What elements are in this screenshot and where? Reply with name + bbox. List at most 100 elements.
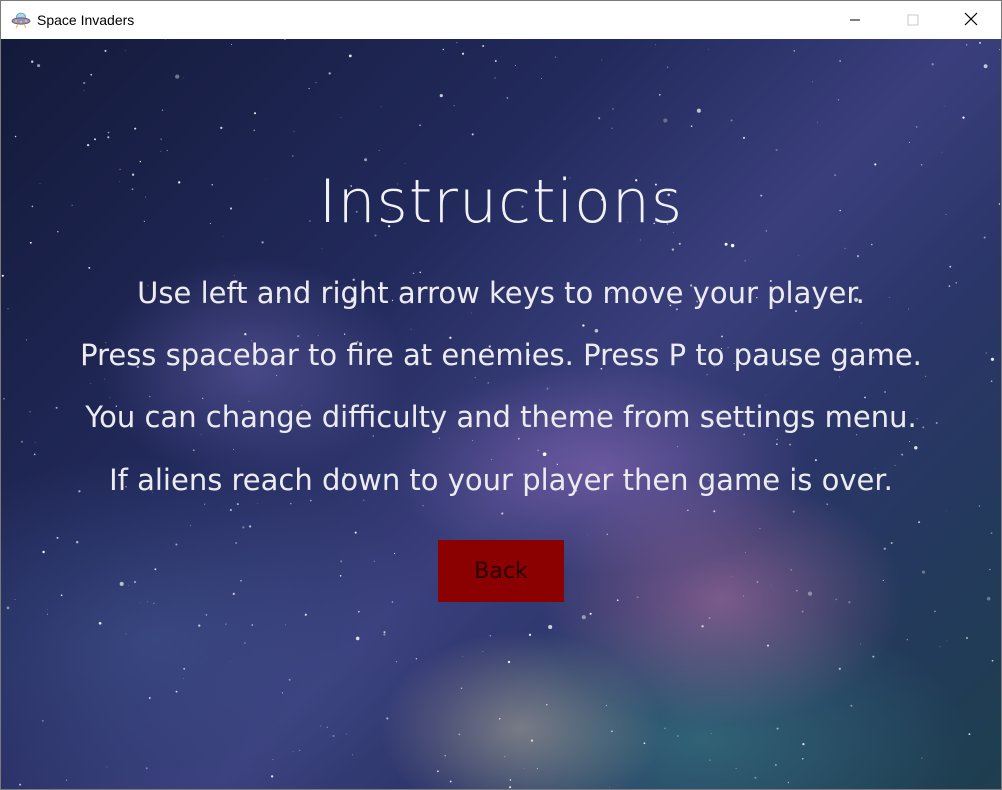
star — [759, 528, 761, 530]
star — [589, 612, 592, 615]
star — [802, 743, 805, 746]
star — [792, 510, 795, 513]
star — [838, 667, 841, 670]
star — [606, 533, 608, 535]
star — [921, 757, 923, 759]
star — [139, 160, 141, 163]
star — [643, 742, 646, 745]
star — [104, 49, 107, 52]
star — [915, 125, 918, 128]
star — [272, 758, 274, 760]
star — [687, 509, 689, 511]
star — [292, 155, 294, 157]
star — [999, 49, 1001, 51]
star — [175, 74, 180, 79]
star — [978, 505, 980, 507]
star — [410, 328, 412, 330]
star — [838, 376, 840, 378]
back-button[interactable]: Back — [438, 540, 564, 602]
game-canvas: Instructions Use left and right arrow ke… — [1, 39, 1001, 789]
star — [890, 542, 893, 544]
star — [86, 143, 90, 147]
star — [678, 242, 681, 245]
star — [339, 575, 342, 577]
star — [945, 510, 947, 512]
minimize-button[interactable] — [826, 1, 884, 39]
app-window: Space Invaders Instructions Use left and… — [0, 0, 1002, 790]
star — [817, 121, 818, 123]
star — [127, 585, 129, 586]
star — [546, 387, 549, 390]
star — [850, 704, 853, 707]
star — [183, 77, 185, 79]
star — [107, 136, 110, 139]
star — [931, 63, 934, 66]
star — [901, 453, 904, 456]
star — [340, 117, 342, 119]
star — [636, 596, 639, 599]
star — [864, 396, 866, 399]
star — [6, 606, 10, 610]
star — [523, 767, 525, 769]
star — [383, 631, 386, 634]
star — [663, 118, 668, 123]
star — [328, 72, 331, 75]
star — [404, 163, 406, 165]
star — [233, 448, 235, 450]
star — [542, 452, 547, 457]
star — [308, 87, 310, 90]
star — [383, 633, 386, 636]
star — [154, 568, 157, 571]
star — [801, 610, 804, 613]
star — [456, 42, 458, 44]
star — [94, 138, 96, 141]
star — [355, 636, 360, 641]
star — [14, 135, 17, 138]
star — [474, 377, 476, 379]
star — [453, 105, 455, 107]
star — [321, 247, 323, 249]
star — [235, 542, 237, 544]
star — [288, 678, 291, 681]
star — [261, 241, 264, 244]
star — [587, 534, 588, 536]
star — [941, 151, 943, 153]
star — [372, 435, 375, 437]
star — [707, 48, 709, 50]
star — [775, 148, 778, 152]
star — [83, 81, 86, 85]
star — [395, 661, 398, 663]
star — [612, 108, 614, 110]
title-bar[interactable]: Space Invaders — [1, 1, 1001, 39]
star — [709, 759, 711, 761]
star — [494, 60, 497, 62]
star — [47, 608, 49, 610]
star — [730, 243, 735, 248]
star — [148, 697, 151, 699]
star — [90, 73, 93, 76]
star — [883, 547, 886, 550]
star — [735, 768, 737, 769]
window-title: Space Invaders — [37, 12, 135, 28]
star — [281, 692, 283, 694]
star — [754, 776, 757, 779]
star — [766, 644, 770, 647]
star — [690, 125, 693, 128]
maximize-button[interactable] — [884, 1, 942, 39]
star — [248, 525, 252, 528]
close-button[interactable] — [942, 1, 1000, 39]
star — [724, 242, 728, 246]
star — [676, 735, 679, 737]
star — [848, 601, 851, 604]
star — [743, 595, 745, 597]
star — [66, 779, 68, 781]
star — [42, 550, 45, 554]
star — [422, 505, 424, 507]
star — [458, 733, 461, 736]
star — [482, 44, 485, 48]
star — [744, 259, 746, 262]
star — [920, 164, 923, 166]
star — [921, 570, 926, 574]
star — [776, 438, 778, 440]
star — [160, 150, 162, 152]
